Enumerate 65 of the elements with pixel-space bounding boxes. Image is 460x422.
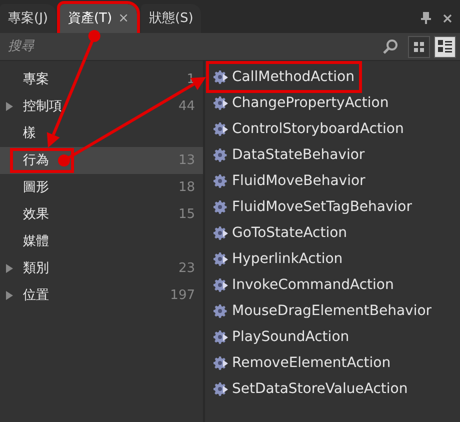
asset-item[interactable]: ControlStoryboardAction — [209, 116, 408, 142]
category-label: 樣 — [23, 124, 36, 143]
tab[interactable]: 專案(J) — [0, 4, 56, 33]
asset-item[interactable]: MouseDragElementBehavior — [209, 298, 436, 324]
item-count: 44 — [178, 98, 195, 116]
expander-icon[interactable] — [6, 264, 13, 273]
tab[interactable]: 狀態(S) — [140, 4, 202, 33]
gear-arrow-icon — [213, 70, 228, 84]
close-icon[interactable] — [443, 14, 452, 23]
asset-item[interactable]: FluidMoveSetTagBehavior — [209, 194, 416, 220]
asset-item[interactable]: GoToStateAction — [209, 220, 352, 246]
asset-item[interactable]: ChangePropertyAction — [209, 90, 393, 116]
gear-arrow-icon — [213, 330, 228, 344]
category-label: 類別 — [23, 260, 49, 278]
gear-icon — [213, 174, 228, 188]
category-item[interactable]: 效果 15 — [0, 201, 203, 228]
expander-icon[interactable] — [6, 291, 13, 300]
gear-icon — [213, 304, 228, 318]
item-count: 23 — [178, 260, 195, 278]
category-label: 位置 — [23, 286, 49, 305]
list-icon — [438, 40, 452, 53]
category-label: 控制項 — [23, 98, 62, 116]
gear-arrow-icon — [213, 278, 228, 292]
category-label: 媒體 — [23, 232, 49, 251]
gear-arrow-icon — [213, 252, 228, 266]
pin-icon[interactable] — [421, 12, 431, 24]
item-count: 13 — [178, 152, 195, 170]
asset-item[interactable]: HyperlinkAction — [209, 246, 347, 272]
category-label: 專案 — [23, 70, 49, 89]
gear-arrow-icon — [213, 382, 228, 396]
item-count: 15 — [178, 206, 195, 224]
item-count: 197 — [170, 286, 195, 305]
gear-arrow-icon — [213, 226, 228, 240]
asset-item[interactable]: InvokeCommandAction — [209, 272, 398, 298]
category-item[interactable]: 類別 23 — [0, 255, 203, 282]
gear-icon — [213, 148, 228, 162]
gear-arrow-icon — [213, 356, 228, 370]
category-label: 圖形 — [23, 178, 49, 197]
category-item[interactable]: 媒體 — [0, 228, 203, 255]
category-item[interactable]: 位置 197 — [0, 282, 203, 309]
list-view-button[interactable] — [434, 36, 456, 58]
asset-item[interactable]: FluidMoveBehavior — [209, 168, 370, 194]
asset-item[interactable]: PlaySoundAction — [209, 324, 354, 350]
grid-view-button[interactable] — [408, 36, 430, 58]
tab[interactable]: 資產(T) × — [60, 4, 137, 33]
category-item[interactable]: 圖形 18 — [0, 174, 203, 201]
grid-icon — [413, 40, 425, 52]
asset-item[interactable]: DataStateBehavior — [209, 142, 369, 168]
item-count: 18 — [178, 178, 195, 197]
asset-item[interactable]: RemoveElementAction — [209, 350, 395, 376]
category-label: 行為 — [13, 150, 71, 170]
category-item[interactable]: 控制項 44 — [0, 93, 203, 120]
gear-icon — [213, 200, 228, 214]
gear-arrow-icon — [213, 122, 228, 136]
category-label: 效果 — [23, 206, 49, 224]
search-field[interactable]: 搜尋 — [6, 34, 378, 58]
search-bar[interactable]: 搜尋 — [0, 33, 460, 61]
gear-arrow-icon — [213, 96, 228, 110]
expander-icon[interactable] — [6, 102, 13, 111]
asset-item[interactable]: CallMethodAction — [209, 64, 358, 90]
search-icon[interactable] — [382, 38, 398, 54]
close-icon[interactable]: × — [118, 8, 129, 28]
asset-item[interactable]: SetDataStoreValueAction — [209, 376, 412, 402]
category-item[interactable]: 行為 13 — [0, 147, 203, 174]
category-item[interactable]: 樣 — [0, 120, 203, 147]
